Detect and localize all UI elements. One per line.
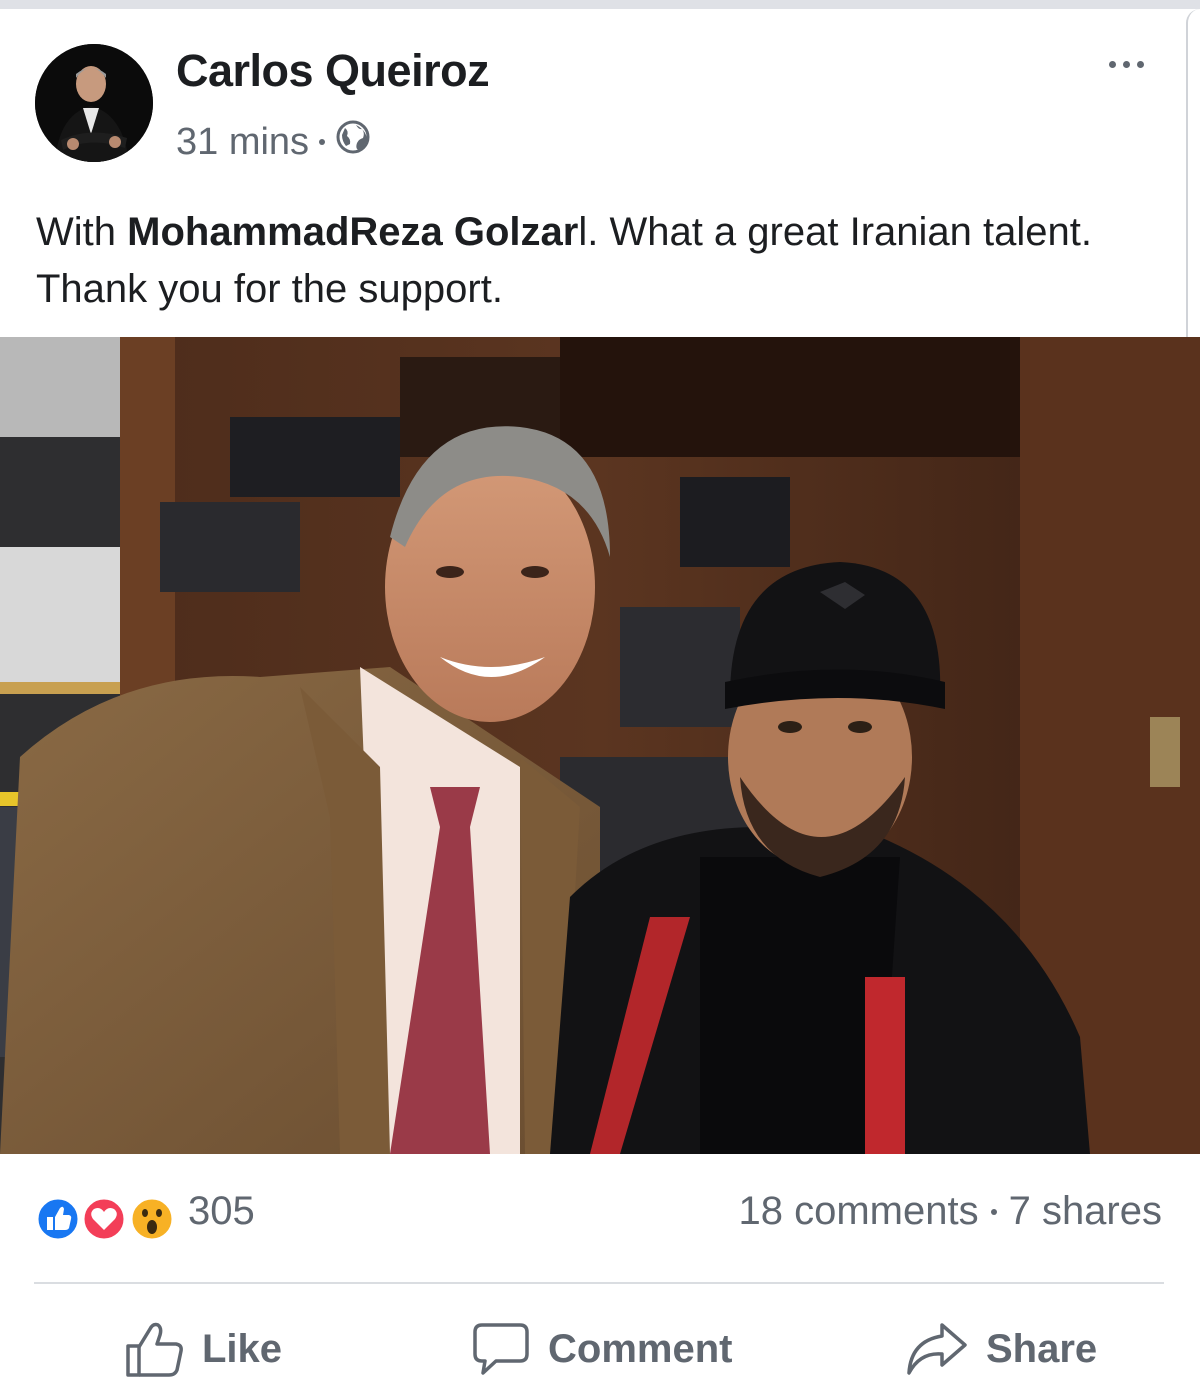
post-stats: 305 18 comments 7 shares: [0, 1179, 1200, 1259]
reaction-count[interactable]: 305: [188, 1189, 255, 1234]
tagged-person-link[interactable]: MohammadReza Golzar: [127, 210, 578, 254]
share-button[interactable]: Share: [906, 1319, 1097, 1379]
post-meta: 31 mins: [176, 119, 371, 165]
comment-button[interactable]: Comment: [472, 1319, 732, 1379]
top-strip: [0, 0, 1200, 9]
action-bar: Like Comment Share: [0, 1304, 1200, 1394]
comments-shares: 18 comments 7 shares: [738, 1189, 1162, 1234]
share-arrow-icon: [906, 1321, 968, 1377]
post-text-prefix: With: [36, 210, 128, 254]
comment-bubble-icon: [472, 1321, 530, 1377]
post-card: Carlos Queiroz 31 mins With MohammadReza…: [0, 9, 1200, 1393]
comment-label: Comment: [548, 1326, 733, 1371]
author-name[interactable]: Carlos Queiroz: [176, 45, 490, 97]
stats-separator: [990, 1208, 997, 1215]
like-button[interactable]: Like: [124, 1319, 282, 1379]
comments-count[interactable]: 18 comments: [738, 1189, 978, 1234]
share-label: Share: [986, 1326, 1098, 1371]
meta-separator: [319, 139, 326, 145]
globe-icon: [335, 119, 371, 165]
reaction-icons[interactable]: [34, 1195, 184, 1243]
post-text: With MohammadReza Golzarl. What a great …: [36, 204, 1136, 318]
thumbs-up-icon: [124, 1320, 184, 1378]
more-options-icon[interactable]: [1109, 61, 1144, 68]
card-edge: [1186, 9, 1200, 339]
like-label: Like: [202, 1326, 283, 1371]
post-photo[interactable]: [0, 337, 1200, 1154]
divider: [34, 1282, 1164, 1284]
avatar[interactable]: [35, 44, 153, 162]
post-time[interactable]: 31 mins: [176, 121, 309, 164]
shares-count[interactable]: 7 shares: [1009, 1189, 1162, 1234]
